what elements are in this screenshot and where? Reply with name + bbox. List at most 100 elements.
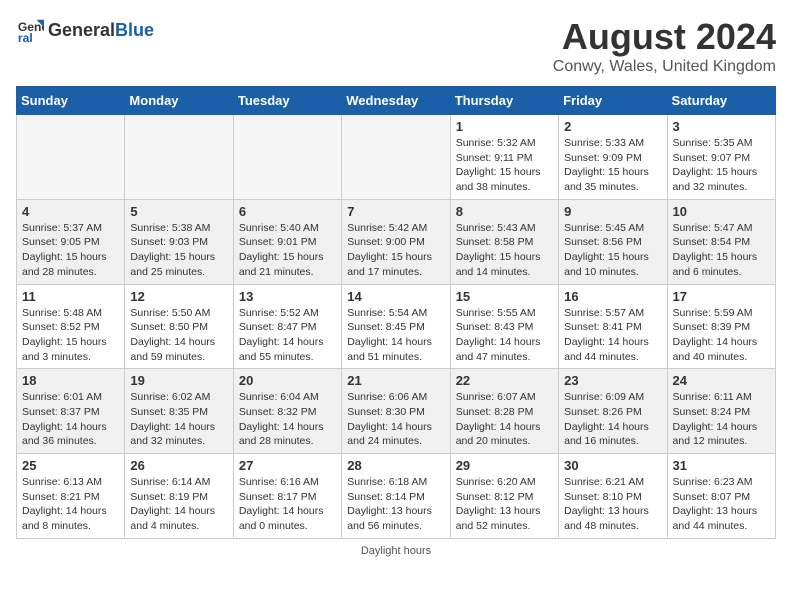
day-number: 13 (239, 289, 336, 304)
calendar-cell: 9Sunrise: 5:45 AM Sunset: 8:56 PM Daylig… (559, 199, 667, 284)
header-row: SundayMondayTuesdayWednesdayThursdayFrid… (17, 87, 776, 115)
day-number: 10 (673, 204, 770, 219)
day-info: Sunrise: 5:54 AM Sunset: 8:45 PM Dayligh… (347, 306, 444, 365)
day-number: 20 (239, 373, 336, 388)
day-number: 26 (130, 458, 227, 473)
calendar-cell: 31 Sunrise: 6:23 AM Sunset: 8:07 PM Dayli… (667, 454, 775, 539)
calendar-cell (342, 115, 450, 200)
day-info: Sunrise: 5:35 AM Sunset: 9:07 PM Dayligh… (673, 136, 770, 195)
day-number: 29 (456, 458, 553, 473)
day-info: Sunrise: 6:16 AM Sunset: 8:17 PM Dayligh… (239, 475, 336, 534)
day-number: 12 (130, 289, 227, 304)
day-number: 23 (564, 373, 661, 388)
day-number: 6 (239, 204, 336, 219)
day-number: 3 (673, 119, 770, 134)
day-info: Sunrise: 5:47 AM Sunset: 8:54 PM Dayligh… (673, 221, 770, 280)
day-info: Sunrise: 6:21 AM Sunset: 8:10 PM Dayligh… (564, 475, 661, 534)
logo-general-text: General (48, 20, 115, 40)
day-number: 11 (22, 289, 119, 304)
day-number: 14 (347, 289, 444, 304)
column-header-friday: Friday (559, 87, 667, 115)
calendar-week-5: 25Sunrise: 6:13 AM Sunset: 8:21 PM Dayli… (17, 454, 776, 539)
calendar-cell: 20 Sunrise: 6:04 AM Sunset: 8:32 PM Dayli… (233, 369, 341, 454)
day-info: Sunrise: 5:57 AM Sunset: 8:41 PM Dayligh… (564, 306, 661, 365)
calendar-cell: 6Sunrise: 5:40 AM Sunset: 9:01 PM Daylig… (233, 199, 341, 284)
day-number: 31 (673, 458, 770, 473)
day-info: Sunrise: 5:32 AM Sunset: 9:11 PM Dayligh… (456, 136, 553, 195)
day-info: Sunrise: 5:42 AM Sunset: 9:00 PM Dayligh… (347, 221, 444, 280)
day-number: 27 (239, 458, 336, 473)
calendar-cell: 28 Sunrise: 6:18 AM Sunset: 8:14 PM Dayli… (342, 454, 450, 539)
day-info: Sunrise: 6:18 AM Sunset: 8:14 PM Dayligh… (347, 475, 444, 534)
logo-blue-text: Blue (115, 20, 154, 40)
day-info: Sunrise: 6:06 AM Sunset: 8:30 PM Dayligh… (347, 390, 444, 449)
calendar-cell: 18Sunrise: 6:01 AM Sunset: 8:37 PM Dayli… (17, 369, 125, 454)
day-info: Sunrise: 5:52 AM Sunset: 8:47 PM Dayligh… (239, 306, 336, 365)
calendar-cell: 14 Sunrise: 5:54 AM Sunset: 8:45 PM Dayli… (342, 284, 450, 369)
month-title: August 2024 (553, 16, 776, 58)
calendar-cell: 15Sunrise: 5:55 AM Sunset: 8:43 PM Dayli… (450, 284, 558, 369)
calendar-week-1: 1Sunrise: 5:32 AM Sunset: 9:11 PM Daylig… (17, 115, 776, 200)
calendar-cell: 29 Sunrise: 6:20 AM Sunset: 8:12 PM Dayli… (450, 454, 558, 539)
day-number: 5 (130, 204, 227, 219)
column-header-wednesday: Wednesday (342, 87, 450, 115)
day-info: Sunrise: 5:37 AM Sunset: 9:05 PM Dayligh… (22, 221, 119, 280)
calendar-cell: 7 Sunrise: 5:42 AM Sunset: 9:00 PM Daylig… (342, 199, 450, 284)
day-info: Sunrise: 5:38 AM Sunset: 9:03 PM Dayligh… (130, 221, 227, 280)
calendar-cell: 17 Sunrise: 5:59 AM Sunset: 8:39 PM Dayli… (667, 284, 775, 369)
column-header-monday: Monday (125, 87, 233, 115)
column-header-saturday: Saturday (667, 87, 775, 115)
day-info: Sunrise: 5:59 AM Sunset: 8:39 PM Dayligh… (673, 306, 770, 365)
day-number: 30 (564, 458, 661, 473)
calendar-cell: 16 Sunrise: 5:57 AM Sunset: 8:41 PM Dayli… (559, 284, 667, 369)
calendar-cell: 27 Sunrise: 6:16 AM Sunset: 8:17 PM Dayli… (233, 454, 341, 539)
calendar-cell: 5 Sunrise: 5:38 AM Sunset: 9:03 PM Daylig… (125, 199, 233, 284)
calendar-cell (233, 115, 341, 200)
day-number: 15 (456, 289, 553, 304)
day-number: 22 (456, 373, 553, 388)
calendar-cell: 10 Sunrise: 5:47 AM Sunset: 8:54 PM Dayli… (667, 199, 775, 284)
day-number: 28 (347, 458, 444, 473)
day-number: 7 (347, 204, 444, 219)
day-number: 19 (130, 373, 227, 388)
logo: Gene ral GeneralBlue (16, 16, 154, 44)
day-info: Sunrise: 5:43 AM Sunset: 8:58 PM Dayligh… (456, 221, 553, 280)
calendar-week-3: 11 Sunrise: 5:48 AM Sunset: 8:52 PM Dayli… (17, 284, 776, 369)
calendar-cell: 24 Sunrise: 6:11 AM Sunset: 8:24 PM Dayli… (667, 369, 775, 454)
calendar-cell: 3 Sunrise: 5:35 AM Sunset: 9:07 PM Daylig… (667, 115, 775, 200)
day-info: Sunrise: 6:14 AM Sunset: 8:19 PM Dayligh… (130, 475, 227, 534)
calendar-cell: 1Sunrise: 5:32 AM Sunset: 9:11 PM Daylig… (450, 115, 558, 200)
header: Gene ral GeneralBlue August 2024 Conwy, … (16, 16, 776, 76)
day-info: Sunrise: 6:09 AM Sunset: 8:26 PM Dayligh… (564, 390, 661, 449)
day-info: Sunrise: 6:01 AM Sunset: 8:37 PM Dayligh… (22, 390, 119, 449)
calendar-cell: 26 Sunrise: 6:14 AM Sunset: 8:19 PM Dayli… (125, 454, 233, 539)
day-info: Sunrise: 5:48 AM Sunset: 8:52 PM Dayligh… (22, 306, 119, 365)
calendar-cell: 8Sunrise: 5:43 AM Sunset: 8:58 PM Daylig… (450, 199, 558, 284)
day-number: 16 (564, 289, 661, 304)
day-number: 17 (673, 289, 770, 304)
calendar-week-4: 18Sunrise: 6:01 AM Sunset: 8:37 PM Dayli… (17, 369, 776, 454)
calendar-cell: 4Sunrise: 5:37 AM Sunset: 9:05 PM Daylig… (17, 199, 125, 284)
column-header-tuesday: Tuesday (233, 87, 341, 115)
day-number: 24 (673, 373, 770, 388)
day-info: Sunrise: 6:20 AM Sunset: 8:12 PM Dayligh… (456, 475, 553, 534)
calendar-week-2: 4Sunrise: 5:37 AM Sunset: 9:05 PM Daylig… (17, 199, 776, 284)
calendar-cell: 21Sunrise: 6:06 AM Sunset: 8:30 PM Dayli… (342, 369, 450, 454)
day-info: Sunrise: 5:50 AM Sunset: 8:50 PM Dayligh… (130, 306, 227, 365)
calendar-cell: 19 Sunrise: 6:02 AM Sunset: 8:35 PM Dayli… (125, 369, 233, 454)
calendar-cell: 13 Sunrise: 5:52 AM Sunset: 8:47 PM Dayli… (233, 284, 341, 369)
calendar-cell: 23 Sunrise: 6:09 AM Sunset: 8:26 PM Dayli… (559, 369, 667, 454)
day-info: Sunrise: 6:02 AM Sunset: 8:35 PM Dayligh… (130, 390, 227, 449)
calendar-cell: 12 Sunrise: 5:50 AM Sunset: 8:50 PM Dayli… (125, 284, 233, 369)
day-info: Sunrise: 6:23 AM Sunset: 8:07 PM Dayligh… (673, 475, 770, 534)
day-info: Sunrise: 6:11 AM Sunset: 8:24 PM Dayligh… (673, 390, 770, 449)
calendar-table: SundayMondayTuesdayWednesdayThursdayFrid… (16, 86, 776, 539)
calendar-cell (125, 115, 233, 200)
calendar-cell: 2Sunrise: 5:33 AM Sunset: 9:09 PM Daylig… (559, 115, 667, 200)
footer-note: Daylight hours (16, 545, 776, 557)
title-area: August 2024 Conwy, Wales, United Kingdom (553, 16, 776, 76)
logo-icon: Gene ral (16, 16, 44, 44)
calendar-cell (17, 115, 125, 200)
calendar-cell: 22Sunrise: 6:07 AM Sunset: 8:28 PM Dayli… (450, 369, 558, 454)
day-info: Sunrise: 6:04 AM Sunset: 8:32 PM Dayligh… (239, 390, 336, 449)
